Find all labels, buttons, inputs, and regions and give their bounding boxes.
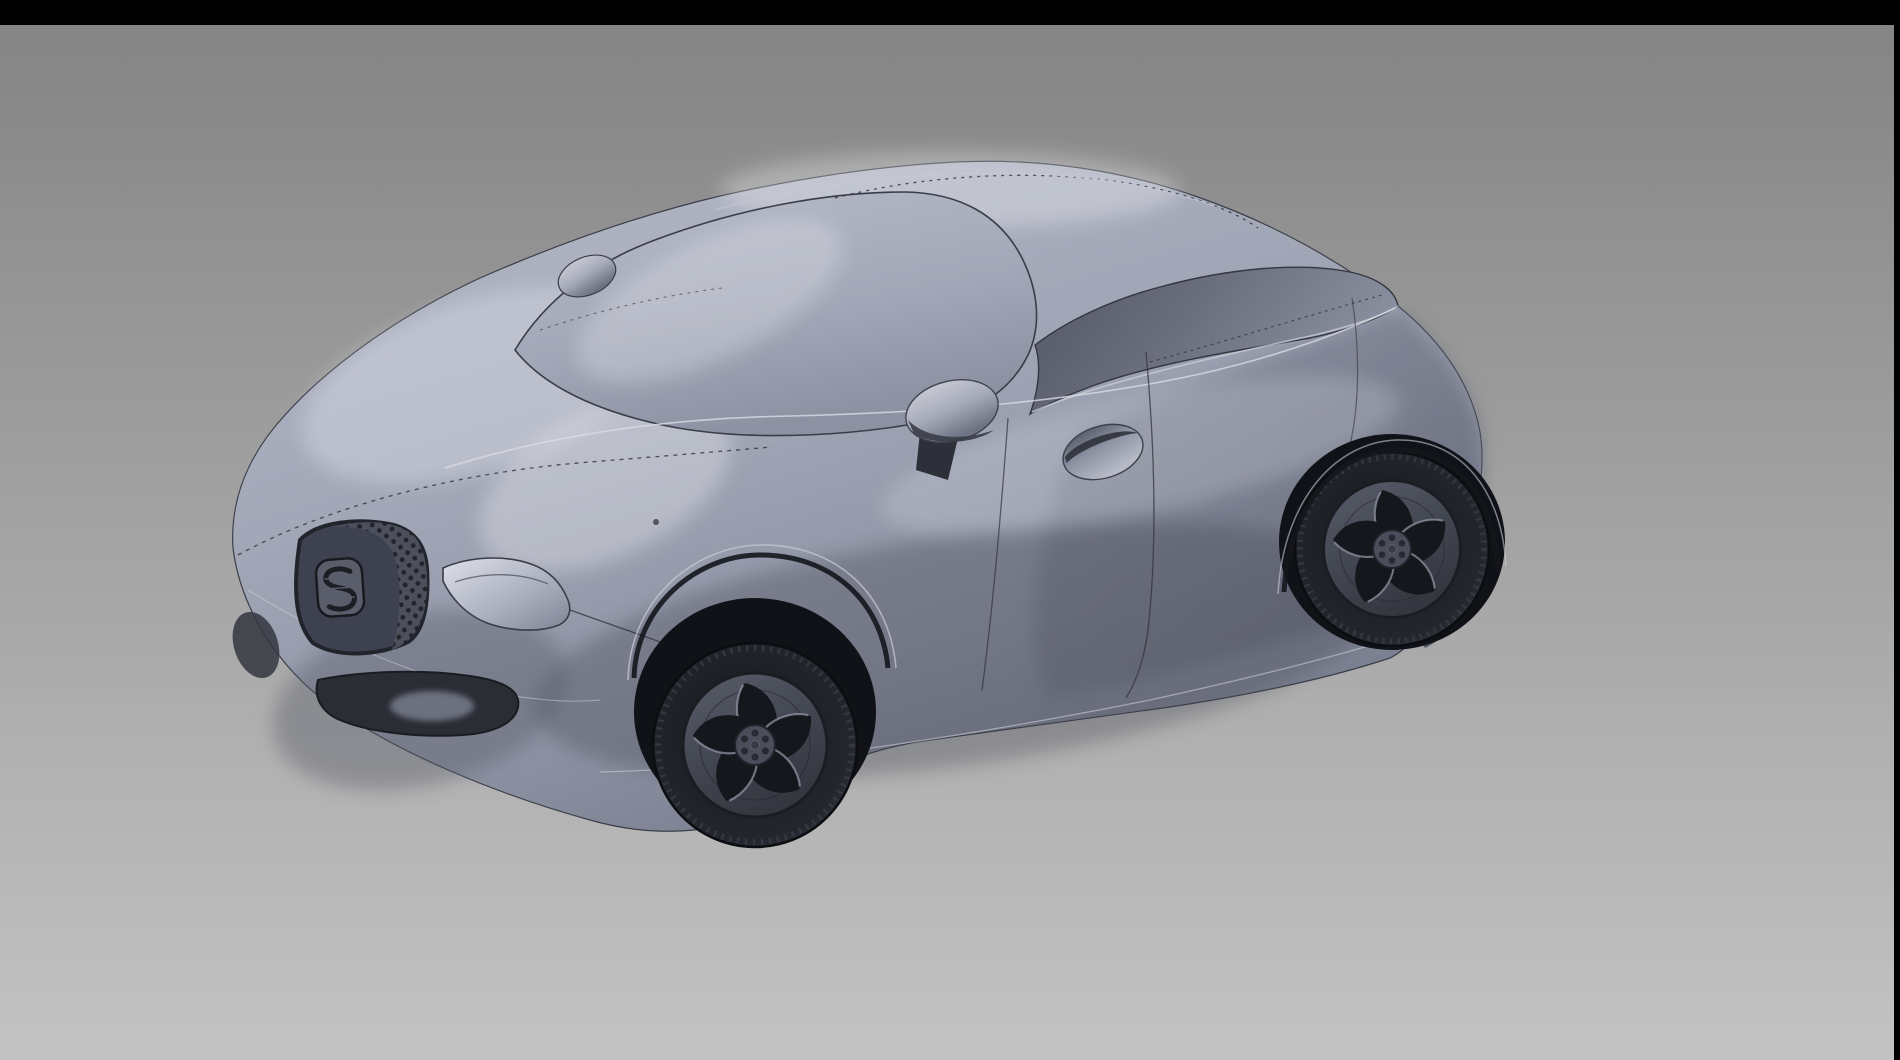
top-letterbox-bar [0, 0, 1900, 25]
seat-badge [315, 557, 365, 617]
3d-viewport[interactable] [0, 25, 1894, 1060]
front-grille [296, 521, 427, 653]
right-letterbox-bar [1894, 0, 1900, 1060]
car-model-render [0, 25, 1894, 1060]
front-wheel [653, 643, 857, 847]
hood-washer-nozzle [653, 519, 659, 525]
